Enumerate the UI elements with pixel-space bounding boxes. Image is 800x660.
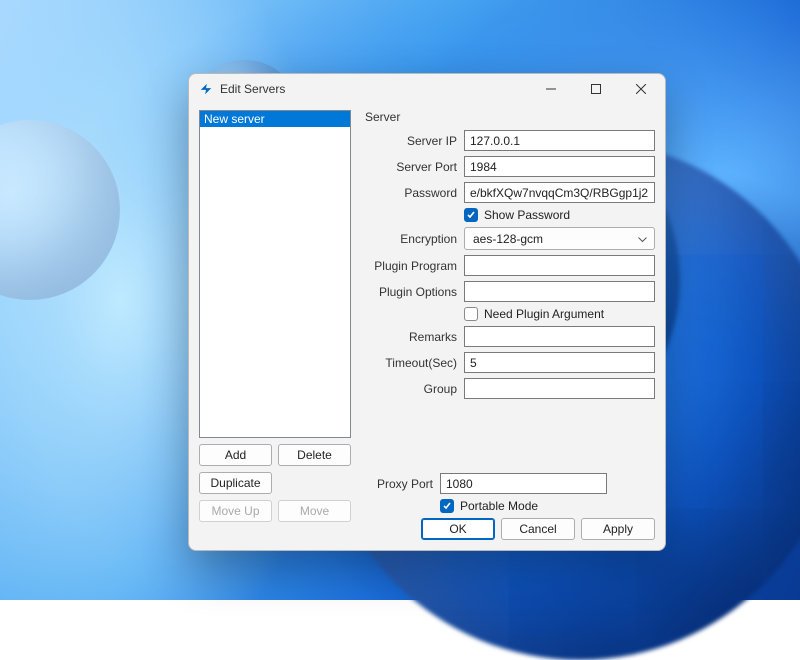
plugin-program-input[interactable] (464, 255, 655, 276)
checkbox-icon (464, 307, 478, 321)
remarks-label: Remarks (363, 330, 464, 344)
encryption-value: aes-128-gcm (473, 232, 543, 246)
ok-button[interactable]: OK (421, 518, 495, 540)
need-plugin-arg-label: Need Plugin Argument (484, 307, 604, 321)
move-up-button: Move Up (199, 500, 272, 522)
timeout-label: Timeout(Sec) (363, 356, 464, 370)
plugin-options-input[interactable] (464, 281, 655, 302)
delete-button[interactable]: Delete (278, 444, 351, 466)
minimize-button[interactable] (528, 74, 573, 104)
server-ip-input[interactable] (464, 130, 655, 151)
checkbox-icon (464, 208, 478, 222)
server-port-input[interactable] (464, 156, 655, 177)
titlebar: Edit Servers (189, 74, 665, 104)
proxy-port-input[interactable] (440, 473, 607, 494)
encryption-label: Encryption (363, 232, 464, 246)
cancel-button[interactable]: Cancel (501, 518, 575, 540)
server-list-item[interactable]: New server (200, 111, 350, 127)
need-plugin-arg-checkbox[interactable]: Need Plugin Argument (464, 307, 604, 321)
portable-mode-checkbox[interactable]: Portable Mode (440, 499, 538, 513)
group-input[interactable] (464, 378, 655, 399)
show-password-label: Show Password (484, 208, 570, 222)
move-down-button: Move (278, 500, 351, 522)
server-list[interactable]: New server (199, 110, 351, 438)
apply-button[interactable]: Apply (581, 518, 655, 540)
password-label: Password (363, 186, 464, 200)
timeout-input[interactable] (464, 352, 655, 373)
app-icon (199, 82, 213, 96)
server-ip-label: Server IP (363, 134, 464, 148)
encryption-select[interactable]: aes-128-gcm (464, 227, 655, 250)
maximize-button[interactable] (573, 74, 618, 104)
duplicate-button[interactable]: Duplicate (199, 472, 272, 494)
window-title: Edit Servers (220, 82, 528, 96)
proxy-port-label: Proxy Port (363, 477, 440, 491)
plugin-program-label: Plugin Program (363, 259, 464, 273)
chevron-down-icon (638, 232, 647, 246)
remarks-input[interactable] (464, 326, 655, 347)
show-password-checkbox[interactable]: Show Password (464, 208, 570, 222)
portable-mode-label: Portable Mode (460, 499, 538, 513)
add-button[interactable]: Add (199, 444, 272, 466)
server-port-label: Server Port (363, 160, 464, 174)
server-group-label: Server (363, 110, 655, 124)
close-button[interactable] (618, 74, 663, 104)
plugin-options-label: Plugin Options (363, 285, 464, 299)
checkbox-icon (440, 499, 454, 513)
password-input[interactable] (464, 182, 655, 203)
edit-servers-window: Edit Servers New server Add Delete Dupli… (188, 73, 666, 551)
group-label: Group (363, 382, 464, 396)
